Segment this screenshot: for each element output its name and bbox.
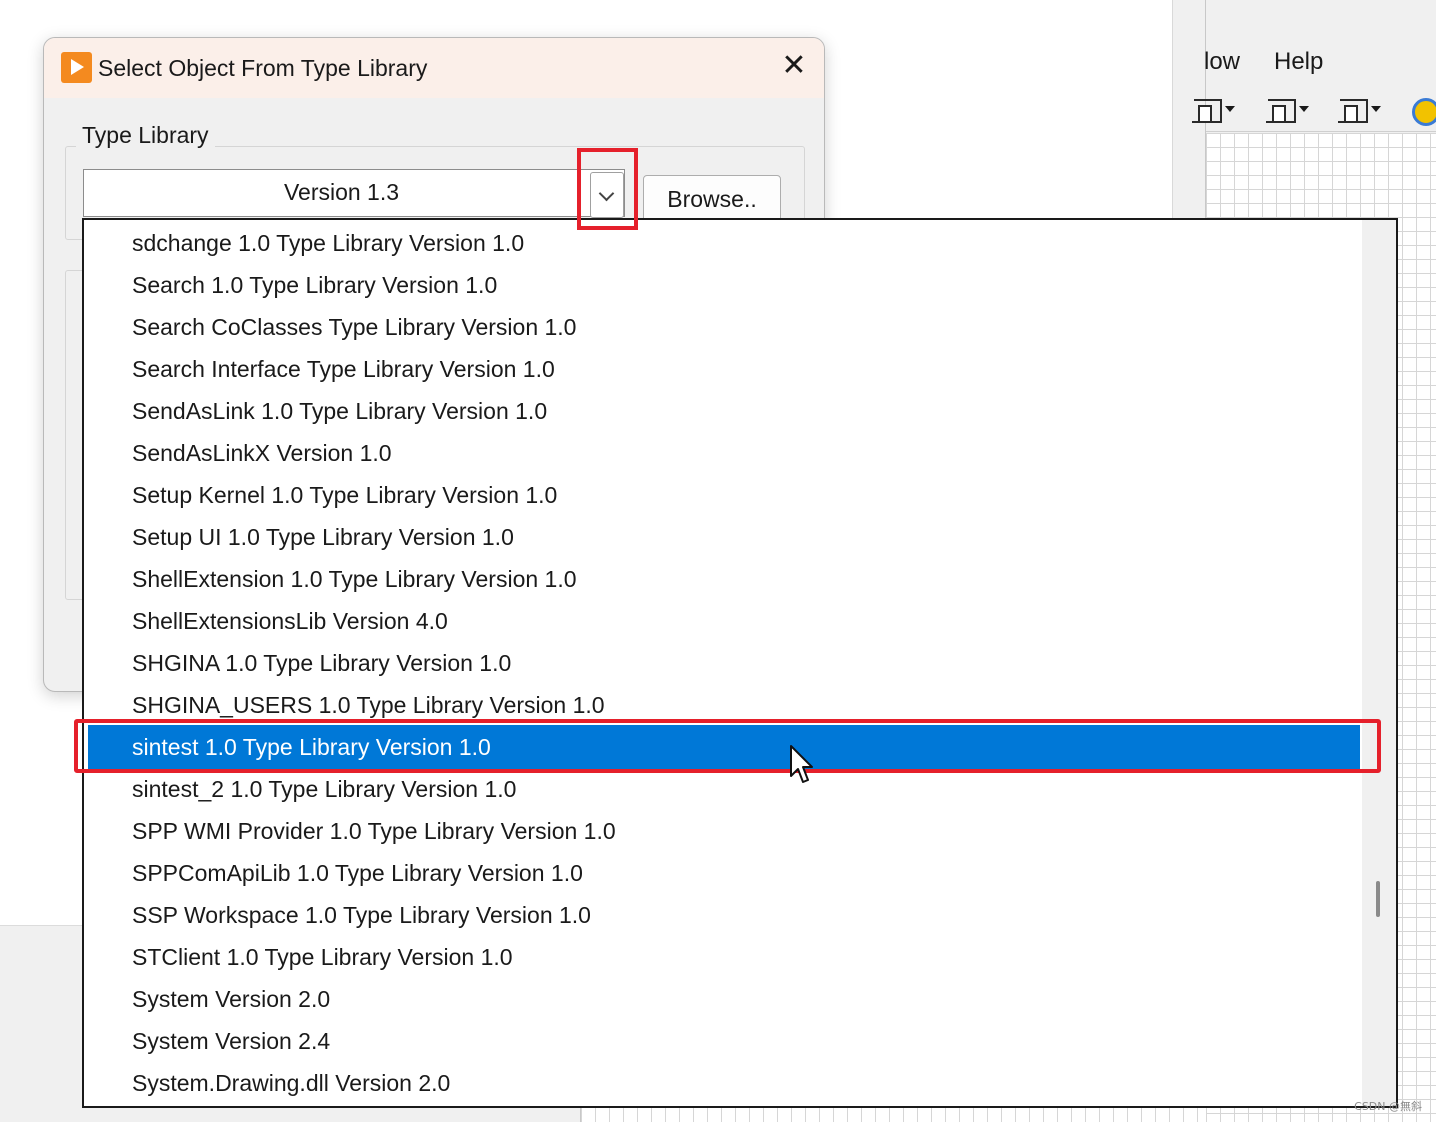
list-item[interactable]: Search Interface Type Library Version 1.… (88, 348, 1360, 390)
menu-window[interactable]: low (1204, 48, 1240, 76)
annotation-box-dropdown-arrow (577, 148, 638, 230)
list-item[interactable]: SSP Workspace 1.0 Type Library Version 1… (88, 894, 1360, 936)
list-item[interactable]: ShellExtensionsLib Version 4.0 (88, 600, 1360, 642)
distribute-objects-icon[interactable] (1266, 96, 1310, 126)
scrollbar-thumb[interactable] (1376, 881, 1380, 917)
block-diagram-grid-strip (580, 1106, 1206, 1122)
dialog-title: Select Object From Type Library (98, 55, 428, 81)
list-item[interactable]: System Version 2.0 (88, 978, 1360, 1020)
labview-run-arrow-icon (61, 52, 92, 83)
list-item[interactable]: Setup UI 1.0 Type Library Version 1.0 (88, 516, 1360, 558)
browse-button[interactable]: Browse.. (643, 175, 781, 223)
background-toolbar (1192, 92, 1436, 132)
list-item[interactable]: ShellExtension 1.0 Type Library Version … (88, 558, 1360, 600)
dialog-titlebar[interactable]: Select Object From Type Library ✕ (44, 38, 824, 98)
type-library-dropdown-list[interactable]: sdchange 1.0 Type Library Version 1.0 Sea… (82, 218, 1398, 1108)
list-item[interactable]: SPPComApiLib 1.0 Type Library Version 1.… (88, 852, 1360, 894)
list-item[interactable]: sdchange 1.0 Type Library Version 1.0 (88, 222, 1360, 264)
list-item[interactable]: System.Drawing.dll Version 2.0 (88, 1062, 1360, 1104)
list-item[interactable]: SendAsLinkX Version 1.0 (88, 432, 1360, 474)
background-menubar: low Help (1204, 40, 1436, 88)
menu-help[interactable]: Help (1274, 48, 1323, 76)
list-item[interactable]: SHGINA 1.0 Type Library Version 1.0 (88, 642, 1360, 684)
type-library-label: Type Library (76, 122, 215, 149)
list-item[interactable]: SendAsLink 1.0 Type Library Version 1.0 (88, 390, 1360, 432)
list-item[interactable]: Search CoClasses Type Library Version 1.… (88, 306, 1360, 348)
dropdown-scrollbar[interactable] (1362, 220, 1396, 1106)
close-button[interactable]: ✕ (772, 46, 816, 86)
list-item[interactable]: SPP WMI Provider 1.0 Type Library Versio… (88, 810, 1360, 852)
resize-objects-icon[interactable] (1338, 96, 1382, 126)
list-item[interactable]: System Version 2.4 (88, 1020, 1360, 1062)
list-item[interactable]: STClient 1.0 Type Library Version 1.0 (88, 936, 1360, 978)
type-library-combobox[interactable]: Version 1.3 (83, 169, 625, 217)
annotation-box-selected-item (74, 719, 1381, 773)
list-item[interactable]: Setup Kernel 1.0 Type Library Version 1.… (88, 474, 1360, 516)
align-objects-icon[interactable] (1192, 96, 1236, 126)
list-item[interactable]: sintest_2 1.0 Type Library Version 1.0 (88, 768, 1360, 810)
mouse-pointer-icon (790, 745, 813, 783)
watermark: CSDN @無斜 (1354, 1100, 1422, 1113)
combo-selected-value: Version 1.3 (283, 179, 400, 205)
list-item[interactable]: Search 1.0 Type Library Version 1.0 (88, 264, 1360, 306)
reorder-icon[interactable] (1412, 98, 1436, 126)
